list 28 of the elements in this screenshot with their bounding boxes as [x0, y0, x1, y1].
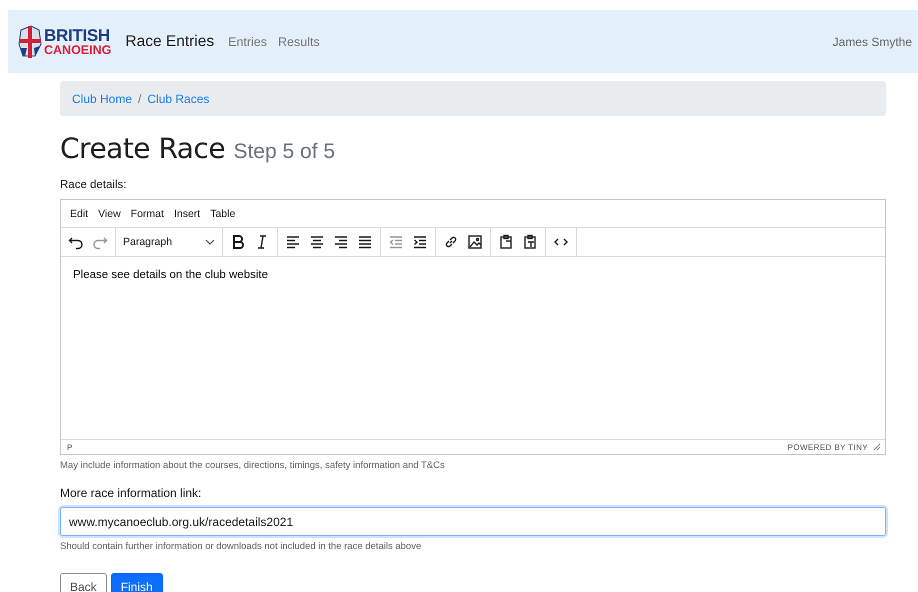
finish-button[interactable]: Finish — [110, 573, 163, 592]
user-menu[interactable]: James Smythe — [832, 34, 912, 48]
chevron-icon — [205, 239, 215, 245]
help-text: Should contain further information or downloads not included in the race details above — [60, 541, 422, 552]
resize-handle-icon[interactable] — [873, 443, 881, 451]
menu-item[interactable]: Insert — [168, 208, 206, 220]
step-indicator: Step 5 of 5 — [233, 140, 336, 163]
page-title: Create Race — [60, 132, 226, 165]
logo-icon — [17, 24, 43, 60]
menu-item[interactable]: Table — [205, 208, 240, 220]
powered-by-text: POWERED BY TINY — [788, 442, 868, 452]
nav-link[interactable]: Results — [278, 34, 320, 48]
format-dropdown[interactable]: Paragraph — [119, 236, 219, 248]
element-path: P — [67, 442, 72, 452]
link-input-field[interactable]: www.mycanoeclub.org.uk/racedetails2021 — [60, 507, 886, 536]
menu-item[interactable]: Edit — [65, 208, 94, 220]
breadcrumb-separator: / — [138, 92, 142, 106]
field-label: Race details: — [60, 179, 128, 191]
menu-item[interactable]: View — [93, 208, 126, 220]
field-label: More race information link: — [60, 486, 202, 500]
menu-item[interactable]: Format — [126, 208, 169, 220]
help-text: May include information about the courses, directions, timings, safety information and T&Cs — [60, 460, 446, 471]
logo-wordmark: CANOEING — [44, 44, 112, 56]
logo-wordmark: BRITISH — [44, 26, 111, 44]
back-button[interactable]: Back — [60, 573, 107, 592]
nav-link[interactable]: Entries — [228, 34, 268, 48]
brand-link[interactable]: Race Entries — [125, 32, 214, 50]
editor-text[interactable]: Please see details on the club website — [73, 269, 268, 281]
